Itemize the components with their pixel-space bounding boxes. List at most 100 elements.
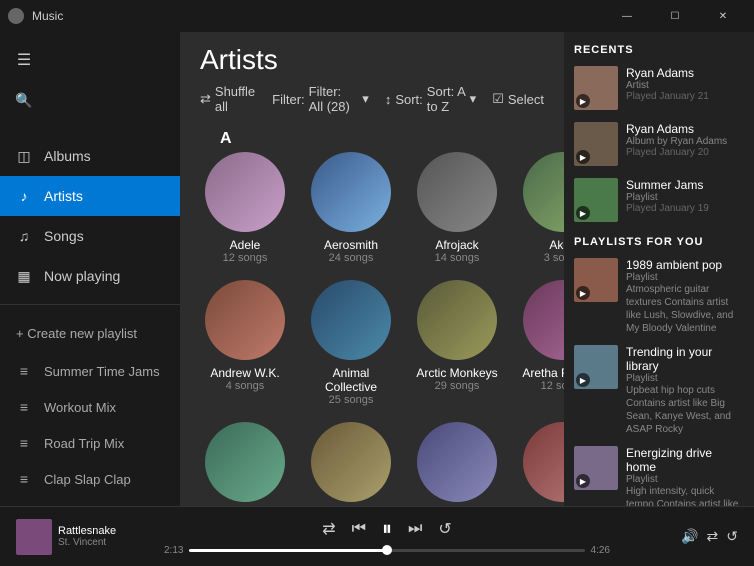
app-body: ☰ 🔍 ◫ Albums ♪ Artists ♫ Songs ▦ Now pla…	[0, 32, 754, 506]
player-track-info: Rattlesnake St. Vincent	[16, 519, 156, 555]
recent-item-2[interactable]: ▶ Summer Jams Playlist Played January 19	[574, 178, 744, 222]
main-content: Artists ⇄ Shuffle all Filter: Filter: Al…	[180, 32, 564, 506]
app-title: Music	[32, 9, 63, 23]
hamburger-menu[interactable]: ☰	[4, 40, 44, 80]
artist-color-bg	[205, 152, 285, 232]
play-pause-button[interactable]: ⏸	[382, 518, 392, 541]
artist-songs: 24 songs	[329, 252, 374, 264]
artist-image	[523, 152, 564, 232]
playlist-info: Trending in your library Playlist Upbeat…	[626, 345, 744, 436]
right-panel: RECENTS ▶ Ryan Adams Artist Played Janua…	[564, 32, 754, 506]
artist-card-andrewwk[interactable]: Andrew W.K. 4 songs	[200, 280, 290, 406]
sort-label: Sort:	[395, 92, 422, 107]
artist-songs: 14 songs	[435, 252, 480, 264]
sidebar-item-albums[interactable]: ◫ Albums	[0, 136, 180, 176]
recent-date: Played January 19	[626, 203, 744, 214]
artist-name: Animal Collective	[306, 366, 396, 394]
progress-bar[interactable]	[189, 549, 584, 552]
playlist-icon: ≡	[16, 471, 32, 487]
select-button[interactable]: ☑ Select	[492, 91, 544, 107]
recent-subtitle: Album by Ryan Adams	[626, 136, 744, 147]
sort-icon: ↕	[385, 92, 392, 107]
sort-chevron-icon: ▾	[470, 91, 477, 107]
sidebar-item-artists[interactable]: ♪ Artists	[0, 176, 180, 216]
playlist-rec-2[interactable]: ▶ Energizing drive home Playlist High in…	[574, 446, 744, 506]
artist-card-akon[interactable]: Akon 3 songs	[518, 152, 564, 264]
artist-songs: 12 songs	[223, 252, 268, 264]
artist-row-2: Andrew W.K. 4 songs Animal Collective 25…	[200, 280, 544, 406]
play-icon: ▶	[576, 373, 590, 387]
playlist-item-summer[interactable]: ≡ Summer Time Jams	[0, 353, 180, 389]
recents-section: RECENTS ▶ Ryan Adams Artist Played Janua…	[574, 44, 744, 222]
player-right: 🔊 ⇄ ↺	[618, 528, 738, 545]
sidebar-item-now-playing[interactable]: ▦ Now playing	[0, 256, 180, 296]
recent-info: Ryan Adams Album by Ryan Adams Played Ja…	[626, 122, 744, 158]
artist-card-arctic-monkeys[interactable]: Arctic Monkeys 29 songs	[412, 280, 502, 406]
create-playlist-button[interactable]: + Create new playlist	[0, 313, 180, 353]
current-time: 2:13	[164, 545, 183, 556]
play-icon: ▶	[576, 286, 590, 300]
recent-art: ▶	[574, 178, 618, 222]
artist-name: Adele	[230, 238, 261, 252]
artist-card-aerosmith[interactable]: Aerosmith 24 songs	[306, 152, 396, 264]
app-icon	[8, 8, 24, 24]
toolbar: ⇄ Shuffle all Filter: Filter: All (28) ▾…	[200, 84, 544, 114]
recent-subtitle: Artist	[626, 80, 744, 91]
search-icon: 🔍	[15, 92, 32, 109]
playlist-item-workout[interactable]: ≡ Workout Mix	[0, 389, 180, 425]
artist-image	[523, 280, 564, 360]
artist-card-animal-collective[interactable]: Animal Collective 25 songs	[306, 280, 396, 406]
play-icon: ▶	[576, 94, 590, 108]
artist-image	[417, 422, 497, 502]
artist-card-adele[interactable]: Adele 12 songs	[200, 152, 290, 264]
playlist-item-clap[interactable]: ≡ Clap Slap Clap	[0, 461, 180, 497]
shuffle-all-button[interactable]: ⇄ Shuffle all	[200, 84, 256, 114]
artist-image	[205, 152, 285, 232]
player-controls: ⇄ ⏮ ⏸ ⏭ ↺	[322, 518, 452, 541]
playlist-desc: Atmospheric guitar textures Contains art…	[626, 283, 744, 335]
sort-button[interactable]: ↕ Sort: Sort: A to Z ▾	[385, 84, 476, 114]
artist-songs: 4 songs	[226, 380, 265, 392]
artist-card-atlas-sound[interactable]: Atlas Sound 11 songs	[412, 422, 502, 506]
albums-label: Albums	[44, 148, 91, 164]
songs-icon: ♫	[16, 228, 32, 244]
playlist-rec-1[interactable]: ▶ Trending in your library Playlist Upbe…	[574, 345, 744, 436]
filter-button[interactable]: Filter: Filter: All (28) ▾	[272, 84, 369, 114]
shuffle-button[interactable]: ⇄	[322, 519, 335, 539]
playlist-rec-0[interactable]: ▶ 1989 ambient pop Playlist Atmospheric …	[574, 258, 744, 335]
artist-image	[311, 422, 391, 502]
artist-card-aretha[interactable]: Aretha Franklin 12 songs	[518, 280, 564, 406]
playlist-type: Playlist	[626, 272, 744, 283]
sidebar-top: ☰ 🔍	[0, 32, 180, 128]
recent-title: Ryan Adams	[626, 122, 744, 136]
shuffle-right-icon[interactable]: ⇄	[707, 528, 719, 545]
playlist-title: Energizing drive home	[626, 446, 744, 474]
playlist-title: 1989 ambient pop	[626, 258, 744, 272]
next-button[interactable]: ⏭	[408, 520, 422, 538]
artist-card-wilhelm[interactable]: A Wilhelm Scream 14 songs	[200, 422, 290, 506]
artist-card-afrojack[interactable]: Afrojack 14 songs	[412, 152, 502, 264]
play-icon: ▶	[576, 206, 590, 220]
artist-card-against-me[interactable]: Against Me! 3 songs	[306, 422, 396, 506]
artist-songs: 25 songs	[329, 394, 374, 406]
playlist-type: Playlist	[626, 373, 744, 384]
sort-value: Sort: A to Z	[427, 84, 466, 114]
repeat-right-icon[interactable]: ↺	[726, 528, 738, 545]
previous-button[interactable]: ⏮	[352, 520, 366, 538]
recent-item-1[interactable]: ▶ Ryan Adams Album by Ryan Adams Played …	[574, 122, 744, 166]
close-button[interactable]: ✕	[700, 0, 746, 32]
recent-art: ▶	[574, 66, 618, 110]
artist-row-3: A Wilhelm Scream 14 songs Against Me! 3 …	[200, 422, 544, 506]
playlist-item-mom[interactable]: ≡ Mom Jeans	[0, 497, 180, 506]
artist-card-tribe[interactable]: A Tribe Called Quest 25 songs	[518, 422, 564, 506]
artist-image	[417, 152, 497, 232]
recent-item-0[interactable]: ▶ Ryan Adams Artist Played January 21	[574, 66, 744, 110]
search-button[interactable]: 🔍	[4, 80, 44, 120]
repeat-button[interactable]: ↺	[438, 519, 451, 539]
sidebar-item-songs[interactable]: ♫ Songs	[0, 216, 180, 256]
playlist-item-roadtrip[interactable]: ≡ Road Trip Mix	[0, 425, 180, 461]
maximize-button[interactable]: ☐	[652, 0, 698, 32]
minimize-button[interactable]: —	[604, 0, 650, 32]
volume-icon[interactable]: 🔊	[681, 528, 698, 545]
recent-date: Played January 21	[626, 91, 744, 102]
